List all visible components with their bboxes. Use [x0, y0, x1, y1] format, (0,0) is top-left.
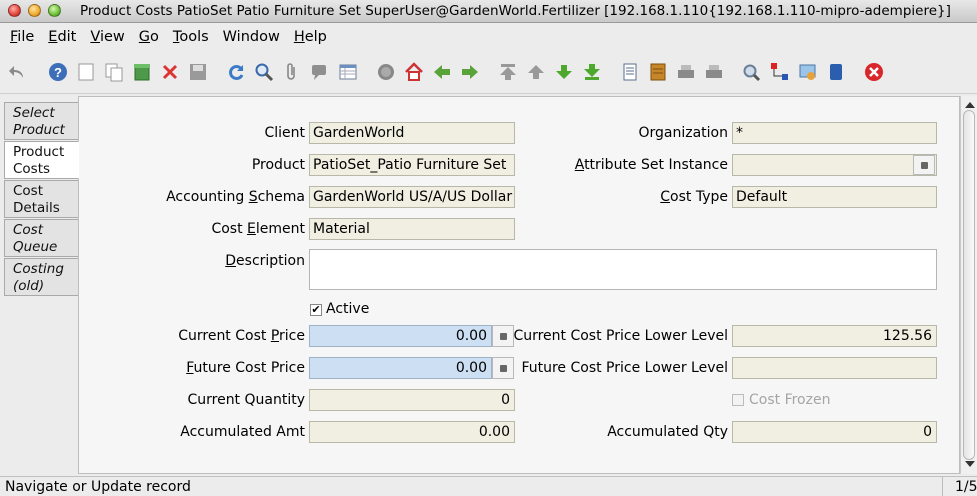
product-label: Product	[251, 157, 305, 173]
current-cost-price-calculator-button[interactable]	[492, 325, 514, 347]
future-cost-price-calculator-button[interactable]	[492, 357, 514, 379]
attribute-set-instance-label: Attribute Set Instance	[574, 157, 728, 173]
menu-help[interactable]: Help	[287, 29, 334, 45]
current-quantity-label: Current Quantity	[187, 392, 305, 408]
scrollbar-thumb[interactable]	[963, 110, 975, 460]
attribute-set-instance-field[interactable]	[732, 154, 937, 176]
close-window-icon[interactable]	[864, 62, 884, 82]
menu-file[interactable]: File	[3, 29, 41, 45]
save-icon[interactable]	[188, 62, 208, 82]
active-label: Active	[326, 301, 370, 317]
menu-window[interactable]: Window	[216, 29, 287, 45]
cost-type-label: Cost Type	[660, 189, 728, 205]
workflow-icon[interactable]	[770, 62, 790, 82]
client-label: Client	[264, 125, 305, 141]
title-bar: Product Costs PatioSet Patio Furniture S…	[0, 0, 977, 23]
menu-view[interactable]: View	[83, 29, 131, 45]
print-icon[interactable]	[704, 62, 724, 82]
scroll-down-arrow-icon[interactable]	[965, 461, 975, 467]
accounting-schema-label: Accounting Schema	[166, 189, 305, 205]
menu-edit[interactable]: Edit	[41, 29, 83, 45]
current-cost-price-lower-level-label: Current Cost Price Lower Level	[513, 328, 728, 344]
undo-icon[interactable]	[8, 62, 28, 82]
current-quantity-field[interactable]: 0	[309, 389, 515, 411]
current-cost-price-field[interactable]: 0.00	[309, 325, 492, 347]
status-bar: Navigate or Update record 1/5	[0, 476, 977, 496]
client-field[interactable]: GardenWorld	[309, 122, 515, 144]
menu-bar: File Edit View Go Tools Window Help	[0, 23, 977, 50]
tab-cost-details[interactable]: Cost Details	[4, 180, 78, 218]
tab-costing-old[interactable]: Costing (old)	[4, 258, 78, 296]
maximize-window-button[interactable]	[48, 4, 61, 17]
accumulated-qty-label: Accumulated Qty	[607, 424, 728, 440]
product-field[interactable]: PatioSet_Patio Furniture Set	[309, 154, 515, 176]
delete-all-icon[interactable]	[132, 62, 152, 82]
tab-product-costs[interactable]: Product Costs	[4, 141, 79, 179]
toolbar: ?	[0, 52, 977, 94]
print-preview-icon[interactable]	[676, 62, 696, 82]
zoom-across-icon[interactable]	[742, 62, 762, 82]
tab-cost-queue[interactable]: Cost Queue	[4, 219, 78, 257]
cost-type-field[interactable]: Default	[732, 186, 937, 208]
description-field[interactable]	[309, 249, 937, 290]
calculator-icon	[499, 332, 507, 340]
copy-record-icon[interactable]	[104, 62, 124, 82]
accumulated-qty-field[interactable]: 0	[732, 421, 937, 443]
future-cost-price-field[interactable]: 0.00	[309, 357, 492, 379]
status-message: Navigate or Update record	[5, 479, 191, 495]
request-icon[interactable]	[798, 62, 818, 82]
delete-icon[interactable]	[160, 62, 180, 82]
archive-icon[interactable]	[648, 62, 668, 82]
first-record-icon[interactable]	[498, 62, 518, 82]
future-cost-price-lower-level-label: Future Cost Price Lower Level	[521, 360, 728, 376]
refresh-icon[interactable]	[226, 62, 246, 82]
cost-frozen-label: Cost Frozen	[749, 392, 831, 408]
accumulated-amt-label: Accumulated Amt	[180, 424, 305, 440]
history-icon[interactable]	[376, 62, 396, 82]
svg-text:?: ?	[54, 65, 62, 80]
cost-frozen-checkbox[interactable]	[732, 394, 744, 406]
window-title: Product Costs PatioSet Patio Furniture S…	[80, 3, 951, 19]
record-count[interactable]: 1/5	[942, 477, 977, 496]
future-cost-price-label: Future Cost Price	[186, 360, 305, 376]
attachment-icon[interactable]	[282, 62, 302, 82]
minimize-window-button[interactable]	[28, 4, 41, 17]
find-icon[interactable]	[254, 62, 274, 82]
menu-tools[interactable]: Tools	[166, 29, 216, 45]
cost-element-label: Cost Element	[211, 221, 305, 237]
tab-strip: Select Product Product Costs Cost Details C…	[4, 102, 79, 297]
future-cost-price-lower-level-field[interactable]	[732, 357, 937, 379]
description-label: Description	[225, 253, 305, 269]
last-record-icon[interactable]	[582, 62, 602, 82]
scroll-up-arrow-icon[interactable]	[965, 102, 975, 108]
cost-element-field[interactable]: Material	[309, 218, 515, 240]
back-icon[interactable]	[432, 62, 452, 82]
product-info-icon[interactable]	[826, 62, 846, 82]
button-icon	[920, 161, 928, 169]
help-icon[interactable]: ?	[48, 62, 68, 82]
next-record-icon[interactable]	[554, 62, 574, 82]
new-record-icon[interactable]	[76, 62, 96, 82]
accounting-schema-field[interactable]: GardenWorld US/A/US Dollar	[309, 186, 515, 208]
tab-select-product[interactable]: Select Product	[4, 102, 78, 140]
active-checkbox[interactable]: ✔	[310, 304, 322, 316]
report-icon[interactable]	[620, 62, 640, 82]
close-window-button[interactable]	[8, 4, 21, 17]
menu-go[interactable]: Go	[132, 29, 166, 45]
attribute-set-instance-button[interactable]	[913, 155, 935, 175]
previous-record-icon[interactable]	[526, 62, 546, 82]
forward-icon[interactable]	[460, 62, 480, 82]
current-cost-price-lower-level-field[interactable]: 125.56	[732, 325, 937, 347]
organization-label: Organization	[638, 125, 728, 141]
home-icon[interactable]	[404, 62, 424, 82]
accumulated-amt-field[interactable]: 0.00	[309, 421, 515, 443]
chat-icon[interactable]	[310, 62, 330, 82]
vertical-scrollbar[interactable]	[960, 96, 977, 474]
organization-field[interactable]: *	[732, 122, 937, 144]
current-cost-price-label: Current Cost Price	[178, 328, 305, 344]
calculator-icon	[499, 364, 507, 372]
grid-toggle-icon[interactable]	[338, 62, 358, 82]
